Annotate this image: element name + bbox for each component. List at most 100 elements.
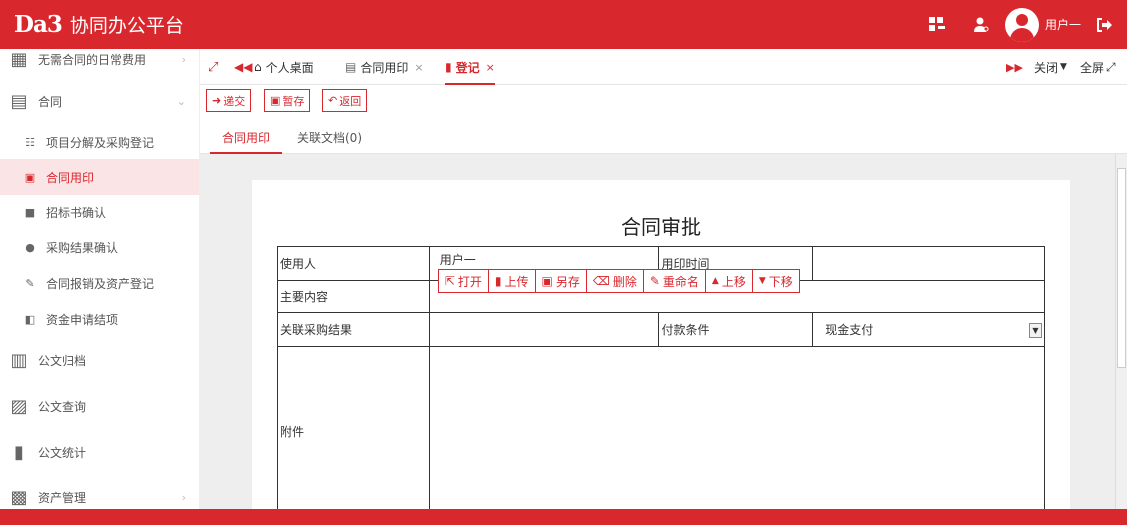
tab-label: 合同用印 [360, 60, 409, 75]
asset-icon: ▩ [10, 486, 28, 508]
tab-label: 个人桌面 [265, 60, 314, 75]
content-area: 合同审批 使用人 用户一 用印时间 主要内容 关联采购结果 付款条件 现金支付 … [200, 154, 1115, 509]
scroll-right-icon[interactable]: ▶▶ [1006, 49, 1023, 85]
close-icon[interactable]: × [486, 61, 495, 74]
sidebar-item-label: 公文统计 [38, 445, 87, 460]
save-draft-label: 暂存 [282, 94, 305, 108]
sidebar-item-archive[interactable]: ▥ 公文归档 [0, 342, 199, 378]
file-icon: ■ [24, 205, 36, 219]
tab-related-docs[interactable]: 关联文档(0) [297, 129, 362, 154]
back-button[interactable]: ↶ 返回 [322, 89, 368, 112]
tab-contract-seal-form[interactable]: 合同用印 [210, 129, 283, 154]
rename-button[interactable]: ✎ 重命名 [642, 269, 706, 293]
sidebar: ▦ 无需合同的日常费用 › ▤ 合同 ⌄ ☷ 项目分解及采购登记 ▣ 合同用印 … [0, 49, 200, 509]
avatar[interactable] [1004, 7, 1039, 42]
sidebar-item-label: 采购结果确认 [46, 240, 119, 255]
upload-label: 上传 [504, 274, 529, 289]
top-right-toolbar: 用户一 [915, 0, 1127, 49]
sidebar-item-asset-management[interactable]: ▩ 资产管理 › [0, 479, 199, 509]
trash-icon: ⌫ [592, 274, 610, 288]
scroll-left-icon[interactable]: ◀◀ [234, 49, 252, 85]
save-draft-button[interactable]: ▣ 暂存 [264, 89, 311, 112]
open-button[interactable]: ⇱ 打开 [437, 269, 489, 293]
tab-personal-desktop[interactable]: ⌂ 个人桌面 [254, 49, 314, 85]
approval-form: 使用人 用户一 用印时间 主要内容 关联采购结果 付款条件 现金支付 ▼ 附件 … [277, 246, 1046, 509]
rename-label: 重命名 [662, 274, 699, 289]
form-title: 合同审批 [621, 215, 701, 239]
caret-down-icon: ▼ [758, 276, 766, 286]
open-external-icon: ⇱ [444, 274, 455, 288]
move-up-button[interactable]: ▲ 上移 [704, 269, 753, 293]
payment-terms-select[interactable]: 现金支付 ▼ [815, 319, 1044, 341]
delete-button[interactable]: ⌫ 删除 [585, 269, 644, 293]
save-icon: ▣ [541, 274, 553, 288]
submit-button[interactable]: ➜ 递交 [206, 89, 252, 112]
sidebar-item-contract[interactable]: ▤ 合同 ⌄ [0, 83, 199, 119]
dropdown-arrow-icon[interactable]: ▼ [1029, 322, 1042, 338]
related-purchase-field[interactable] [432, 319, 659, 341]
folder-icon: ◧ [24, 312, 36, 326]
back-icon: ↶ [328, 94, 338, 107]
upload-icon: ▮ [494, 274, 502, 288]
upload-button[interactable]: ▮ 上传 [487, 269, 536, 293]
tab-label: 登记 [455, 60, 480, 75]
apps-grid-icon[interactable] [915, 0, 959, 49]
list-icon: ☷ [25, 135, 35, 149]
seal-time-field[interactable] [815, 253, 1044, 275]
move-down-button[interactable]: ▼ 下移 [751, 269, 800, 293]
main-content-label: 主要内容 [277, 280, 430, 313]
sidebar-item-fund-closing[interactable]: ◧ 资金申请结项 [0, 301, 199, 337]
sidebar-item-label: 资金申请结项 [46, 312, 119, 327]
app-title: 协同办公平台 [69, 14, 184, 37]
back-label: 返回 [339, 94, 362, 108]
sidebar-item-reimbursement[interactable]: ✎ 合同报销及资产登记 [0, 265, 199, 301]
delete-label: 删除 [612, 274, 637, 289]
user-settings-icon[interactable] [959, 0, 1003, 49]
move-up-label: 上移 [721, 274, 746, 289]
sidebar-item-label: 公文归档 [38, 353, 87, 368]
chevron-right-icon: › [181, 490, 186, 504]
bottom-bar [0, 509, 1127, 525]
sidebar-item-doc-query[interactable]: ▨ 公文查询 [0, 388, 199, 424]
fullscreen-button[interactable]: 全屏 ⤢ [1080, 49, 1116, 85]
sidebar-item-purchase-result[interactable]: ● 采购结果确认 [0, 229, 199, 265]
move-down-label: 下移 [768, 274, 793, 289]
sidebar-item-tender-confirm[interactable]: ■ 招标书确认 [0, 194, 199, 230]
form-tabs: 合同用印 关联文档(0) [200, 120, 1127, 154]
fullscreen-label: 全屏 [1080, 60, 1105, 75]
tab-contract-seal[interactable]: ▤ 合同用印 × [345, 49, 424, 85]
tab-register[interactable]: ▮ 登记 × [445, 49, 495, 85]
related-purchase-label: 关联采购结果 [277, 312, 430, 347]
chevron-right-icon: › [181, 52, 186, 66]
sidebar-item-daily-expenses[interactable]: ▦ 无需合同的日常费用 › [0, 49, 199, 77]
expand-icon[interactable]: ⤢ [208, 49, 218, 85]
save-as-label: 另存 [555, 274, 580, 289]
sidebar-item-label: 资产管理 [38, 490, 87, 505]
sidebar-item-label: 无需合同的日常费用 [38, 52, 147, 67]
sidebar-item-project-decomposition[interactable]: ☷ 项目分解及采购登记 [0, 124, 199, 160]
doc-icon: ▤ [345, 60, 357, 74]
close-menu-button[interactable]: 关闭 ▼ [1034, 49, 1067, 85]
chevron-down-icon: ⌄ [176, 94, 186, 108]
username[interactable]: 用户一 [1045, 16, 1081, 33]
sidebar-item-contract-seal[interactable]: ▣ 合同用印 [0, 159, 199, 195]
user-field[interactable]: 用户一 [432, 249, 659, 271]
logout-icon[interactable] [1089, 0, 1119, 49]
scrollbar-thumb[interactable] [1117, 168, 1126, 368]
fullscreen-icon: ⤢ [1106, 59, 1116, 74]
tab-bar: ⤢ ◀◀ ⌂ 个人桌面 ▤ 合同用印 × ▮ 登记 × ▶▶ 关闭 ▼ 全屏 ⤢ [200, 49, 1127, 85]
app-logo[interactable]: Da3 协同办公平台 [14, 9, 184, 39]
stamp-icon: ▣ [24, 170, 36, 184]
sidebar-item-doc-stats[interactable]: ▮ 公文统计 [0, 434, 199, 470]
submit-label: 递交 [223, 94, 246, 108]
vertical-scrollbar[interactable] [1115, 154, 1127, 509]
archive-icon: ▥ [10, 349, 28, 371]
document-icon: ▤ [10, 90, 28, 112]
plus-circle-icon: ● [25, 240, 35, 254]
save-as-button[interactable]: ▣ 另存 [534, 269, 587, 293]
close-icon[interactable]: × [414, 61, 423, 74]
sidebar-item-label: 招标书确认 [46, 205, 107, 220]
attachment-area: ⇱ 打开 ▮ 上传 ▣ 另存 ⌫ 删除 ✎ 重命名 ▲ 上移 ▼ 下移 [428, 269, 1046, 509]
user-label: 使用人 [277, 246, 430, 281]
send-icon: ➜ [212, 94, 222, 107]
